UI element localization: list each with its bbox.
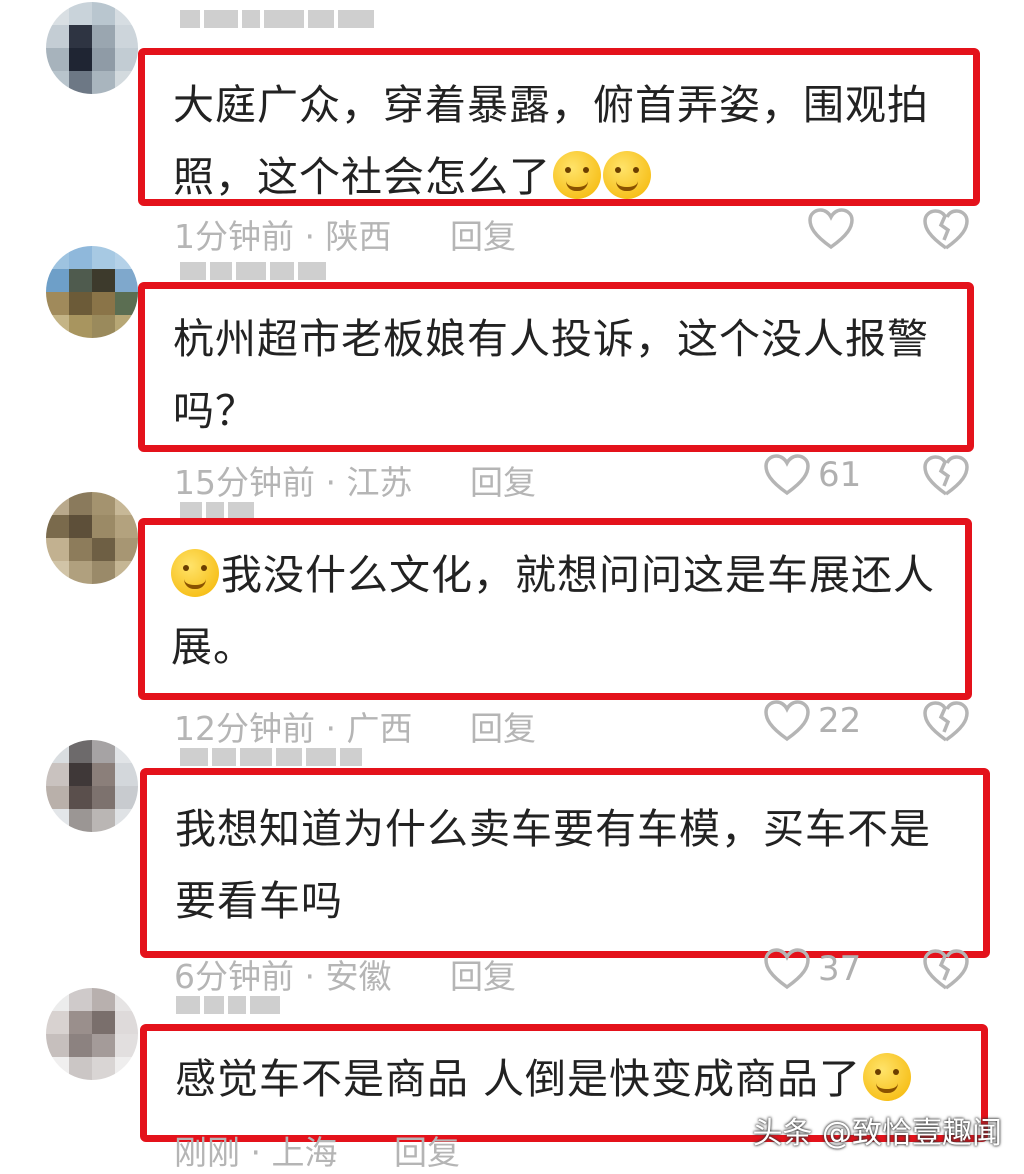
comment-region: 广西 bbox=[346, 709, 413, 748]
avatar[interactable] bbox=[46, 2, 138, 94]
meta-separator: · bbox=[315, 709, 347, 748]
comment-meta: 1分钟前 · 陕西 bbox=[174, 210, 391, 258]
comment-region: 江苏 bbox=[346, 463, 413, 502]
comment-text: 大庭广众，穿着暴露，俯首弄姿，围观拍照，这个社会怎么了 bbox=[173, 81, 929, 201]
heart-icon bbox=[764, 454, 810, 496]
like-count: 61 bbox=[818, 455, 862, 495]
broken-heart-icon bbox=[923, 455, 969, 496]
reply-button[interactable]: 回复 bbox=[450, 210, 516, 258]
reply-button[interactable]: 回复 bbox=[394, 1126, 460, 1174]
comment-meta: 刚刚 · 上海 bbox=[174, 1126, 337, 1174]
smiling-face-icon bbox=[863, 1053, 912, 1101]
avatar[interactable] bbox=[46, 492, 138, 584]
comment-region: 安徽 bbox=[325, 957, 392, 996]
username-blurred bbox=[180, 258, 326, 284]
dislike-button[interactable] bbox=[922, 208, 970, 256]
source-watermark: 头条 @致恰壹趣闻 bbox=[752, 1116, 1002, 1151]
avatar[interactable] bbox=[46, 988, 138, 1080]
dislike-button[interactable] bbox=[922, 454, 970, 502]
comment-time: 1分钟前 bbox=[174, 217, 294, 256]
comment-region: 陕西 bbox=[325, 217, 392, 256]
highlight-box: 我想知道为什么卖车要有车模，买车不是要看车吗 bbox=[140, 768, 990, 958]
dislike-button[interactable] bbox=[922, 700, 970, 748]
heart-icon bbox=[808, 208, 854, 250]
like-count: 22 bbox=[818, 701, 862, 741]
like-button[interactable] bbox=[808, 208, 862, 250]
heart-icon bbox=[764, 948, 810, 990]
comment-text: 我想知道为什么卖车要有车模，买车不是要看车吗 bbox=[175, 805, 931, 925]
broken-heart-icon bbox=[923, 701, 969, 742]
reply-button[interactable]: 回复 bbox=[470, 456, 536, 504]
comment-text: 感觉车不是商品 人倒是快变成商品了 bbox=[175, 1043, 959, 1115]
like-button[interactable]: 37 bbox=[764, 948, 861, 990]
like-count: 37 bbox=[818, 949, 862, 989]
meta-separator: · bbox=[294, 957, 326, 996]
comment-meta: 15分钟前 · 江苏 bbox=[174, 456, 412, 504]
avatar[interactable] bbox=[46, 246, 138, 338]
meta-separator: · bbox=[315, 463, 347, 502]
reply-button[interactable]: 回复 bbox=[450, 950, 516, 998]
broken-heart-icon bbox=[923, 949, 969, 990]
username-blurred bbox=[180, 744, 362, 770]
highlight-box: 大庭广众，穿着暴露，俯首弄姿，围观拍照，这个社会怎么了 bbox=[138, 48, 980, 206]
reply-button[interactable]: 回复 bbox=[470, 702, 536, 750]
shushing-face-icon bbox=[603, 151, 651, 199]
comment-time: 15分钟前 bbox=[174, 463, 315, 502]
comment-meta: 6分钟前 · 安徽 bbox=[174, 950, 391, 998]
comment-time: 12分钟前 bbox=[174, 709, 315, 748]
comment-time: 6分钟前 bbox=[174, 957, 294, 996]
comment-time: 刚刚 bbox=[174, 1133, 240, 1172]
username-blurred bbox=[180, 6, 374, 32]
comment-region: 上海 bbox=[271, 1133, 338, 1172]
like-button[interactable]: 22 bbox=[764, 700, 861, 742]
comment-text: 我没什么文化，就想问问这是车展还人展。 bbox=[171, 549, 935, 671]
meta-separator: · bbox=[240, 1133, 272, 1172]
highlight-box: 杭州超市老板娘有人投诉，这个没人报警吗？ bbox=[138, 282, 974, 452]
heart-icon bbox=[764, 700, 810, 742]
shushing-face-icon bbox=[553, 151, 601, 199]
meta-separator: · bbox=[294, 217, 326, 256]
broken-heart-icon bbox=[923, 209, 969, 250]
dislike-button[interactable] bbox=[922, 948, 970, 996]
username-blurred bbox=[176, 992, 280, 1018]
like-button[interactable]: 61 bbox=[764, 454, 861, 496]
avatar[interactable] bbox=[46, 740, 138, 832]
comment-text: 杭州超市老板娘有人投诉，这个没人报警吗？ bbox=[173, 315, 929, 435]
rolling-laughing-face-icon bbox=[171, 549, 219, 597]
highlight-box: 我没什么文化，就想问问这是车展还人展。 bbox=[138, 518, 972, 700]
comment-meta: 12分钟前 · 广西 bbox=[174, 702, 412, 750]
